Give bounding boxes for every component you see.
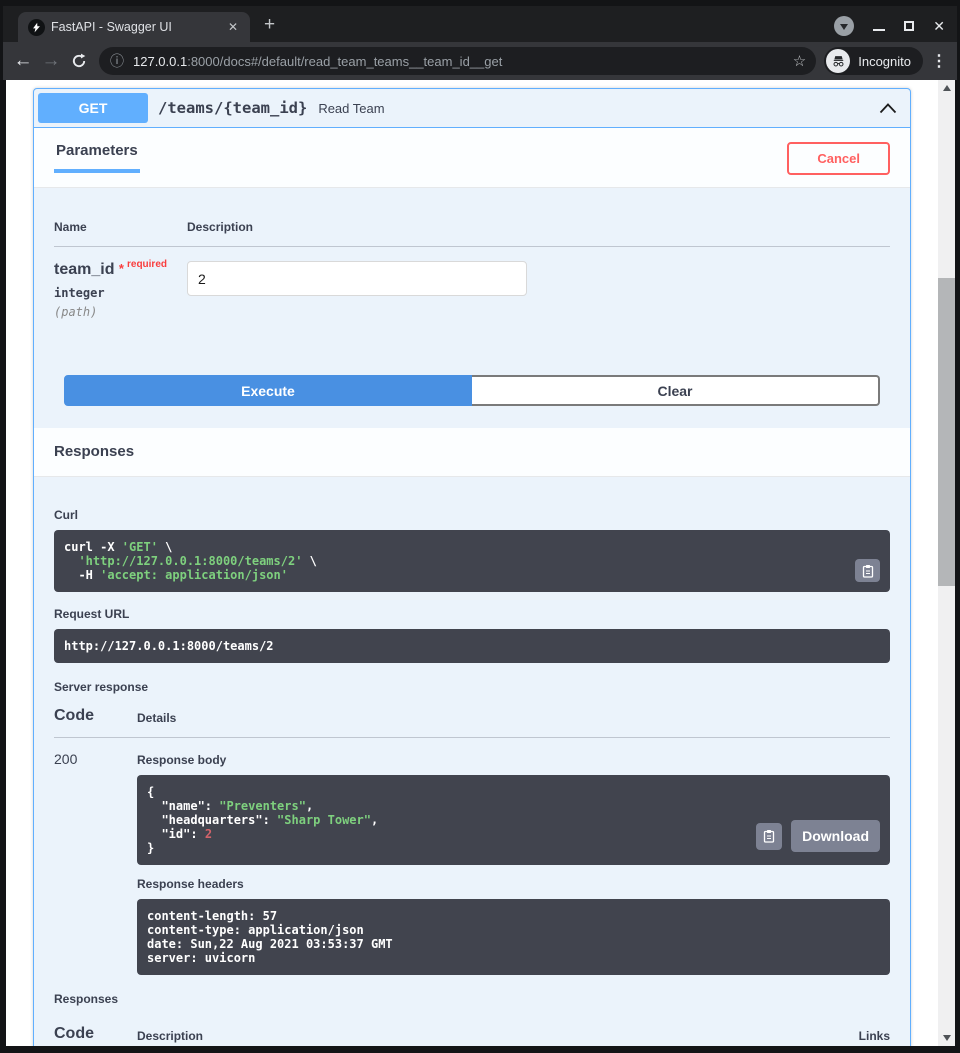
server-response-row: 200 Response body { "name": "Preventers"…: [54, 738, 890, 975]
copy-icon[interactable]: [756, 823, 782, 850]
maximize-icon[interactable]: [904, 21, 914, 31]
clear-button[interactable]: Clear: [472, 375, 880, 406]
responses-body: Curl curl -X 'GET' \ 'http://127.0.0.1:8…: [34, 477, 910, 1046]
bookmark-star-icon[interactable]: ☆: [793, 52, 806, 70]
endpoint-description: Read Team: [318, 101, 384, 116]
url-host: 127.0.0.1: [133, 54, 187, 69]
forward-icon[interactable]: →: [37, 47, 65, 75]
curl-command-block: curl -X 'GET' \ 'http://127.0.0.1:8000/t…: [54, 530, 890, 592]
responses-title: Responses: [54, 443, 134, 460]
scroll-down-icon[interactable]: [938, 1030, 955, 1046]
column-details: Details: [137, 711, 176, 725]
window-controls: ✕: [834, 16, 945, 36]
url-bar[interactable]: ⓘ 127.0.0.1:8000/docs#/default/read_team…: [99, 47, 816, 75]
minimize-icon[interactable]: [873, 29, 885, 31]
required-asterisk: *: [119, 261, 124, 276]
browser-update-icon[interactable]: [834, 16, 854, 36]
column-code: Code: [54, 707, 137, 725]
new-tab-icon[interactable]: +: [264, 14, 275, 36]
browser-tab[interactable]: FastAPI - Swagger UI ✕: [18, 12, 250, 42]
parameter-value-cell: [187, 261, 527, 319]
parameter-location: (path): [54, 305, 187, 319]
page-viewport: GET /teams/{team_id} Read Team Parameter…: [6, 80, 955, 1046]
responses-section-header: Responses: [34, 428, 910, 477]
column-description: Description: [187, 220, 253, 234]
column-description: Description: [137, 1029, 203, 1043]
incognito-label: Incognito: [858, 54, 911, 69]
status-code: 200: [54, 751, 137, 975]
url-text: 127.0.0.1:8000/docs#/default/read_team_t…: [133, 54, 785, 69]
page-info-icon[interactable]: ⓘ: [110, 51, 124, 71]
documented-responses-label: Responses: [54, 992, 890, 1006]
browser-toolbar: ← → ⓘ 127.0.0.1:8000/docs#/default/read_…: [3, 42, 957, 80]
window-close-icon[interactable]: ✕: [933, 19, 945, 33]
scroll-up-icon[interactable]: [938, 80, 955, 96]
endpoint-path: /teams/{team_id}: [158, 99, 307, 117]
url-path: :8000/docs#/default/read_team_teams__tea…: [187, 54, 502, 69]
scrollbar-thumb[interactable]: [938, 278, 955, 586]
response-headers-block: content-length: 57 content-type: applica…: [137, 899, 890, 975]
http-method-badge: GET: [38, 93, 148, 123]
curl-label: Curl: [54, 508, 890, 522]
opblock-get-teams: GET /teams/{team_id} Read Team Parameter…: [33, 88, 911, 1046]
parameters-header-row: Parameters Cancel: [34, 128, 910, 188]
documented-table-header: Code Description Links: [54, 1025, 890, 1046]
request-url-block: http://127.0.0.1:8000/teams/2: [54, 629, 890, 663]
cancel-button[interactable]: Cancel: [787, 142, 890, 175]
parameters-table-header: Name Description: [54, 208, 890, 247]
server-response-table-header: Code Details: [54, 707, 890, 738]
team-id-input[interactable]: [187, 261, 527, 296]
response-body-actions: Download: [756, 820, 880, 852]
parameter-meta: team_id *required integer (path): [54, 261, 187, 319]
chevron-up-icon[interactable]: [878, 100, 898, 116]
column-code: Code: [54, 1025, 137, 1043]
server-response-details: Response body { "name": "Preventers", "h…: [137, 751, 890, 975]
back-icon[interactable]: ←: [9, 47, 37, 75]
column-name: Name: [54, 220, 187, 234]
response-body-label: Response body: [137, 753, 890, 767]
menu-dots-icon[interactable]: ⋮: [927, 51, 951, 71]
tab-parameters[interactable]: Parameters: [54, 142, 140, 173]
parameters-section: Name Description team_id *required integ…: [34, 188, 910, 428]
vertical-scrollbar[interactable]: [938, 80, 955, 1046]
server-response-label: Server response: [54, 680, 890, 694]
copy-icon[interactable]: [855, 559, 880, 582]
incognito-icon: [826, 49, 850, 73]
fastapi-favicon-icon: [28, 19, 45, 36]
parameter-row: team_id *required integer (path): [54, 247, 890, 319]
required-label: required: [127, 259, 167, 270]
incognito-badge: Incognito: [824, 47, 923, 75]
endpoint-summary-row[interactable]: GET /teams/{team_id} Read Team: [34, 89, 910, 128]
tab-title: FastAPI - Swagger UI: [51, 20, 218, 34]
request-url-label: Request URL: [54, 607, 890, 621]
tab-close-icon[interactable]: ✕: [224, 18, 242, 36]
parameter-name: team_id *required: [54, 261, 187, 279]
parameter-type: integer: [54, 286, 187, 300]
execute-button[interactable]: Execute: [64, 375, 472, 406]
reload-icon[interactable]: [65, 47, 93, 75]
response-body-block: { "name": "Preventers", "headquarters": …: [137, 775, 890, 865]
download-button[interactable]: Download: [791, 820, 880, 852]
execute-row: Execute Clear: [64, 375, 880, 406]
browser-tab-strip: FastAPI - Swagger UI ✕ + ✕: [3, 0, 957, 42]
column-links: Links: [859, 1029, 890, 1043]
response-headers-label: Response headers: [137, 877, 890, 891]
swagger-page: GET /teams/{team_id} Read Team Parameter…: [6, 80, 938, 1046]
